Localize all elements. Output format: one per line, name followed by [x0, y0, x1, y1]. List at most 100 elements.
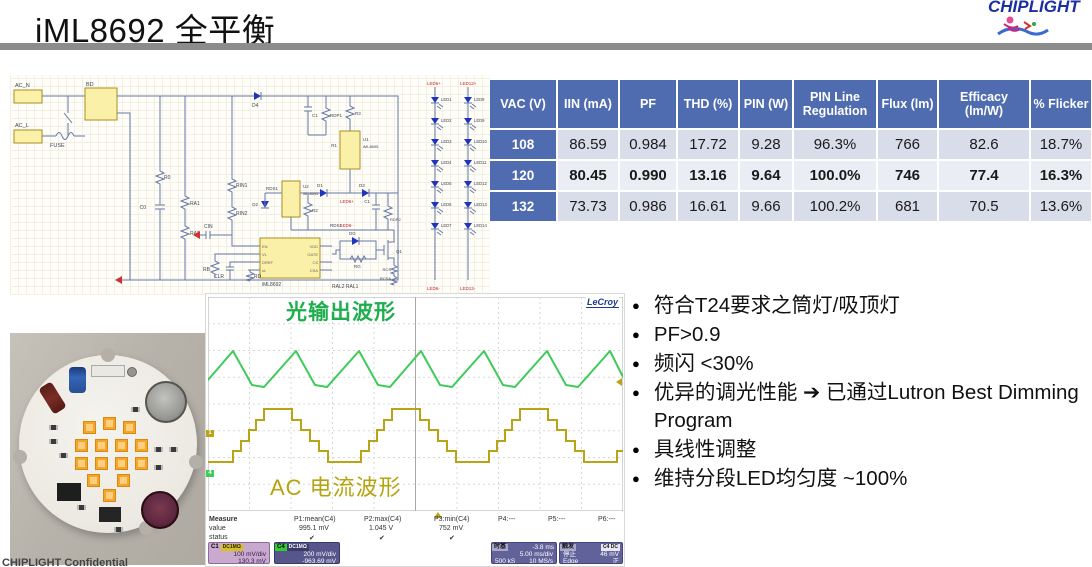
- led-chip: [83, 421, 96, 434]
- smd-component: [169, 447, 178, 452]
- ac-input-terminals: AC_N AC_L FUSE: [14, 83, 85, 149]
- table-cell: 17.72: [678, 130, 738, 159]
- led-chip: [87, 474, 100, 487]
- led-chip: [95, 457, 108, 470]
- pcb-board: [19, 355, 197, 533]
- led-label: LED6: [441, 202, 452, 207]
- trigger-level: 46 mV: [600, 551, 619, 558]
- led-chip: [95, 439, 108, 452]
- led-label: LED7: [441, 223, 452, 228]
- component-label: C1: [312, 113, 318, 118]
- table-cell: 13.6%: [1031, 192, 1091, 221]
- channel4-offset: -963.69 mV: [275, 558, 339, 564]
- channel4-coupling: DC1MΩ: [287, 544, 309, 551]
- led-string-a: LED6+ LED1 LED2 LED3 LED4 LED5 LED6 LED7…: [427, 81, 452, 291]
- bullet-item: ●优异的调光性能 ➔ 已通过Lutron Best Dimming Progra…: [632, 379, 1080, 435]
- timebase-samples: 500 kS: [495, 558, 515, 564]
- table-cell: 0.990: [620, 161, 676, 190]
- component-label: RDP2: [390, 217, 401, 222]
- component-label: AC_N: [15, 83, 30, 89]
- channel1-coupling: DC1MΩ: [221, 544, 243, 551]
- component-label: CLR: [214, 274, 224, 280]
- measure-param: P6:---: [598, 516, 616, 523]
- smd-component: [49, 425, 58, 430]
- input-filter-branches: R0 C0 RA1 RA2 RIN1 RIN2: [140, 96, 260, 280]
- component-label: RIN1: [236, 183, 248, 189]
- ic-pin-label: CSA: [310, 268, 319, 273]
- purple-capacitor: [141, 491, 179, 529]
- led-label: LED1: [441, 97, 452, 102]
- component-label: R2: [312, 208, 318, 213]
- led-label: LED10: [474, 139, 487, 144]
- table-cell: 0.986: [620, 192, 676, 221]
- slide: iML8692 全平衡 CHIPLIGHT AC_N AC_L FUSE: [0, 0, 1092, 567]
- table-header-cell: IIN (mA): [558, 80, 618, 128]
- channel4-id: C4: [275, 544, 287, 551]
- net-label: LED6+: [427, 81, 441, 86]
- led-symbol: LED4: [431, 160, 452, 172]
- component-label: CIN: [204, 224, 213, 230]
- trigger-slope: 正: [613, 558, 620, 564]
- measure-param: P4:---: [498, 516, 516, 523]
- led-label: LED9: [474, 118, 485, 123]
- ic-pin-label: GATE: [307, 252, 318, 257]
- net-label: LED6+: [340, 199, 354, 204]
- table-cell: 16.3%: [1031, 161, 1091, 190]
- measure-label: Measure: [209, 516, 237, 523]
- channel-marker-1: 1: [206, 430, 214, 437]
- footer-confidential: CHIPLIGHT Confidential: [2, 557, 128, 567]
- measure-label: value: [209, 525, 226, 532]
- led-symbol: LED8: [464, 97, 485, 109]
- pcb-photo: [10, 333, 205, 565]
- fuse-resistor: [91, 365, 125, 377]
- channel1-id: C1: [209, 544, 221, 551]
- table-cell: 766: [878, 130, 937, 159]
- component-label: D2: [252, 202, 258, 207]
- led-label: LED5: [441, 181, 452, 186]
- measure-label: status: [209, 534, 228, 541]
- component-label: DG: [349, 231, 356, 236]
- table-row-label: 120: [490, 161, 556, 190]
- led-chip: [135, 439, 148, 452]
- led-symbol: LED6: [431, 202, 452, 214]
- net-label: LED13+: [460, 81, 477, 86]
- trigger-mode: 停止: [563, 551, 576, 558]
- ic-pin-label: DREF: [262, 260, 273, 265]
- table-cell: 9.66: [740, 192, 792, 221]
- timebase-rate: 10 MS/s: [529, 558, 553, 564]
- component-label: iML8695: [363, 144, 379, 149]
- component-label: RA1: [190, 201, 200, 207]
- ground-icon: [115, 276, 122, 284]
- table-cell: 13.16: [678, 161, 738, 190]
- smd-component: [49, 439, 58, 444]
- led-symbol: LED3: [431, 139, 452, 151]
- component-label: iML8695: [303, 191, 319, 196]
- table-header-cell: Flux (lm): [878, 80, 937, 128]
- bullet-item: ●频闪 <30%: [632, 350, 1080, 378]
- channel4-descriptor: C4 DC1MΩ 200 mV/div -963.69 mV: [274, 542, 340, 564]
- table-header-cell: Efficacy (lm/W): [939, 80, 1029, 128]
- smd-component: [154, 447, 163, 452]
- component-label: R0: [164, 175, 171, 181]
- bullet-text: 维持分段LED均匀度 ~100%: [654, 465, 907, 493]
- component-label: RDP1: [330, 113, 343, 118]
- component-label: AC_L: [15, 123, 29, 129]
- component-label: FUSE: [50, 143, 65, 149]
- ic-chip: [57, 483, 81, 501]
- table-cell: 70.5: [939, 192, 1029, 221]
- balance-branch: U2 iML8695 R2 RDS2 C1 RDP2 LED6+ LED6-: [282, 181, 401, 230]
- schematic-panel: AC_N AC_L FUSE BD: [10, 75, 490, 295]
- component-label: D3: [359, 183, 365, 188]
- channel-marker-4: 4: [206, 470, 214, 477]
- timebase-descriptor: 时基 -3.8 ms 5.00 ms/div 500 kS 10 MS/s: [491, 542, 557, 564]
- bridge-rectifier: BD: [85, 82, 130, 280]
- led-label: LED14: [474, 223, 487, 228]
- led-symbol: LED7: [431, 223, 452, 235]
- net-label: LED6-: [427, 286, 440, 291]
- table-cell: 100.2%: [794, 192, 876, 221]
- led-symbol: LED9: [464, 118, 485, 130]
- brand-logo: CHIPLIGHT: [988, 0, 1092, 45]
- bullet-item: ●维持分段LED均匀度 ~100%: [632, 465, 1080, 493]
- lecroy-logo: LeCroy: [586, 297, 619, 308]
- component-label: RB: [203, 267, 211, 273]
